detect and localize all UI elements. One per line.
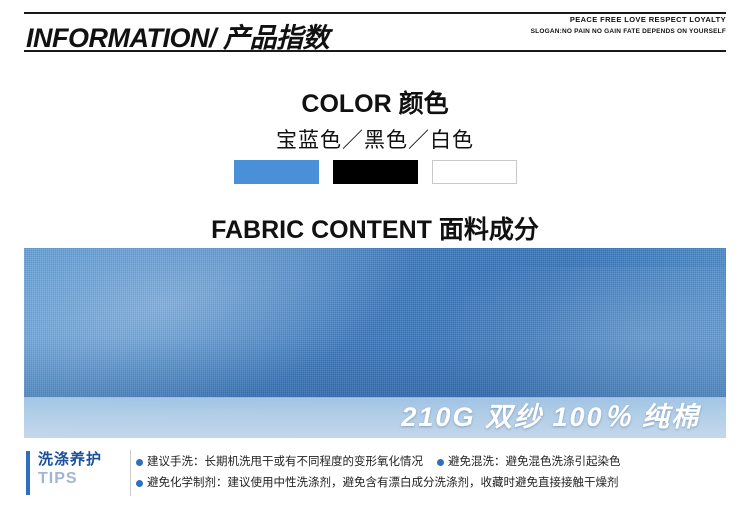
fabric-section-title: FABRIC CONTENT 面料成分 (211, 216, 539, 244)
fabric-photo: 210G 双纱 100％ 纯棉 (24, 248, 726, 438)
color-swatch-black (332, 160, 418, 184)
bullet-icon (136, 459, 143, 466)
color-section-title: COLOR 颜色 (301, 90, 449, 118)
page-title: INFORMATION/ 产品指数 (26, 16, 330, 55)
tips-divider (130, 450, 131, 496)
tips-line: 避免化学制剂：建议使用中性洗涤剂，避免含有漂白成分洗涤剂，收藏时避免直接接触干燥… (136, 473, 730, 494)
page-title-cn: 产品指数 (215, 23, 330, 53)
color-swatch-list (0, 160, 750, 184)
tips-text: 建议手洗：长期机洗甩干或有不同程度的变形氧化情况 (147, 456, 423, 468)
slogan-line-1: PEACE FREE LOVE RESPECT LOYALTY (569, 15, 726, 24)
product-information-page: INFORMATION/ 产品指数 PEACE FREE LOVE RESPEC… (0, 0, 750, 509)
color-swatch-white (431, 160, 517, 184)
bullet-icon (136, 480, 143, 487)
tips-line: 建议手洗：长期机洗甩干或有不同程度的变形氧化情况 避免混洗：避免混色洗涤引起染色 (136, 452, 730, 473)
tips-label-group: 洗涤养护 TIPS (38, 450, 138, 488)
tips-label-en: TIPS (38, 470, 78, 487)
fabric-caption: 210G 双纱 100％ 纯棉 (401, 402, 700, 432)
color-swatch-royal-blue (233, 160, 319, 184)
header-slogan: PEACE FREE LOVE RESPECT LOYALTY SLOGAN:N… (531, 14, 726, 38)
tips-label-cn: 洗涤养护 (38, 451, 103, 468)
tips-text: 避免化学制剂：建议使用中性洗涤剂，避免含有漂白成分洗涤剂，收藏时避免直接接触干燥… (147, 477, 619, 489)
tips-accent-bar (26, 451, 30, 495)
tips-line-list: 建议手洗：长期机洗甩干或有不同程度的变形氧化情况 避免混洗：避免混色洗涤引起染色… (136, 452, 730, 494)
page-header: INFORMATION/ 产品指数 PEACE FREE LOVE RESPEC… (0, 0, 750, 58)
bullet-icon (437, 459, 444, 466)
page-title-en: INFORMATION/ (26, 23, 216, 53)
color-section-subtitle: 宝蓝色／黑色／白色 (276, 129, 474, 152)
tips-text: 避免混洗：避免混色洗涤引起染色 (448, 456, 621, 468)
slogan-line-2: SLOGAN:NO PAIN NO GAIN FATE DEPENDS ON Y… (530, 28, 726, 35)
